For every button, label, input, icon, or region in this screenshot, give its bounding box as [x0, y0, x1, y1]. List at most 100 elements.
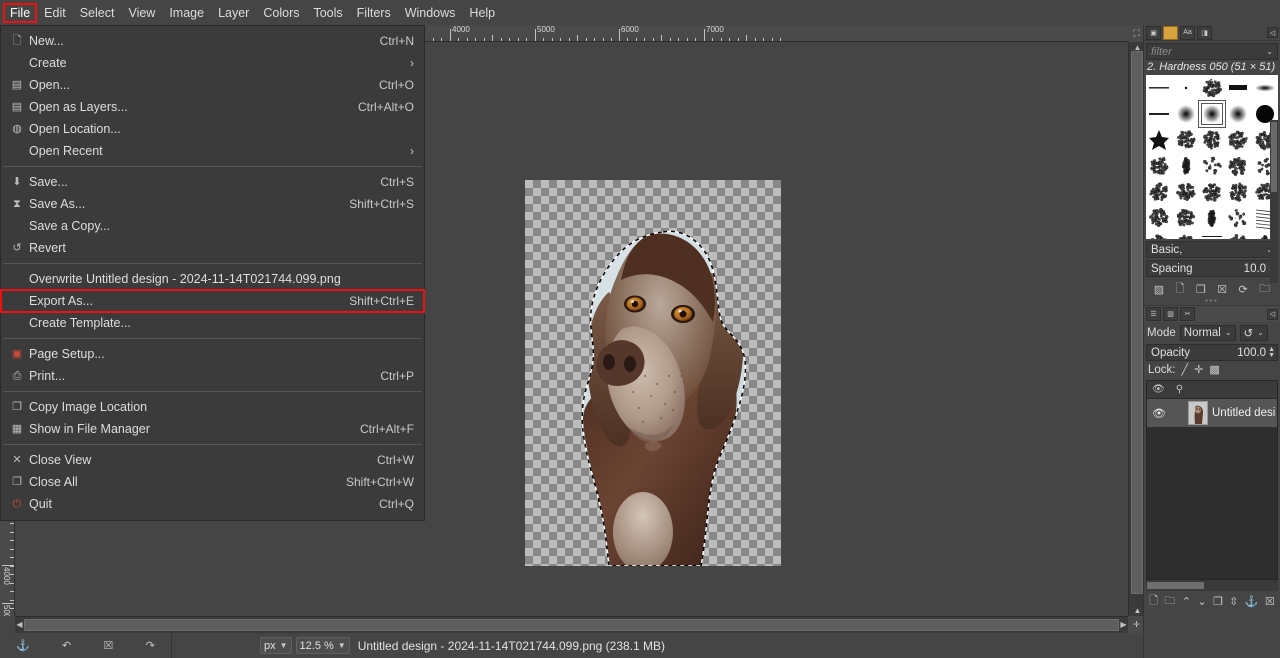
layers-list[interactable]: 👁 ⚲ 👁 Untitled desi — [1146, 380, 1278, 580]
brush-grid[interactable] — [1146, 75, 1278, 239]
menu-filters[interactable]: Filters — [350, 3, 398, 23]
brush-thumbnail[interactable] — [1172, 231, 1198, 239]
image-layer[interactable] — [525, 180, 781, 566]
refresh-brushes-icon[interactable]: ⟳ — [1239, 283, 1248, 296]
brush-thumbnail[interactable] — [1225, 205, 1251, 231]
duplicate-brush-icon[interactable]: ❐ — [1196, 283, 1206, 296]
horizontal-scrollbar[interactable]: ◀ ▶ — [15, 616, 1128, 633]
brush-thumbnail[interactable] — [1146, 101, 1172, 127]
documents-tab[interactable]: ◨ — [1197, 25, 1212, 40]
layer-row[interactable]: 👁 Untitled desi — [1147, 399, 1277, 427]
menu-tools[interactable]: Tools — [306, 3, 349, 23]
zoom-selector[interactable]: 12.5 % ▼ — [295, 637, 350, 654]
mode-extra-controls[interactable]: ↺ ⌄ — [1239, 324, 1268, 341]
cancel-icon[interactable]: ☒ — [104, 639, 114, 652]
layers-list-scrollbar[interactable] — [1146, 580, 1278, 591]
merge-down-icon[interactable]: ⇳ — [1229, 595, 1238, 608]
brush-thumbnail[interactable] — [1199, 127, 1225, 153]
delete-layer-icon[interactable]: ☒ — [1265, 595, 1275, 608]
menu-item-open-recent[interactable]: Open Recent › — [1, 140, 424, 162]
spinner-icon[interactable]: ▲▼ — [1268, 346, 1275, 359]
menu-help[interactable]: Help — [462, 3, 502, 23]
menu-item-save-a-copy[interactable]: Save a Copy... — [1, 215, 424, 237]
lower-layer-icon[interactable]: ⌄ — [1197, 595, 1206, 608]
brush-thumbnail[interactable] — [1225, 127, 1251, 153]
dock-menu-icon[interactable]: ◁ — [1267, 27, 1278, 38]
brush-thumbnail[interactable] — [1146, 179, 1172, 205]
channels-tab[interactable]: ▥ — [1163, 307, 1178, 321]
dock-menu-icon[interactable]: ◁ — [1267, 308, 1278, 320]
menu-item-close-view[interactable]: ✕ Close View Ctrl+W — [1, 449, 424, 471]
brush-thumbnail[interactable] — [1146, 205, 1172, 231]
unit-selector[interactable]: px ▼ — [260, 637, 292, 654]
chevron-down-icon[interactable]: ⌄ — [1257, 328, 1264, 337]
menu-item-print[interactable]: ⎙ Print... Ctrl+P — [1, 365, 424, 387]
new-brush-icon[interactable]: 🗋 — [1176, 280, 1185, 299]
menu-item-overwrite-untitled-design-2024-11-[interactable]: Overwrite Untitled design - 2024-11-14T0… — [1, 268, 424, 290]
anchor-icon[interactable]: ⚓ — [16, 639, 30, 652]
brush-preset-select[interactable]: Basic, ⌄ — [1146, 241, 1278, 258]
paths-tab[interactable]: ✂ — [1180, 307, 1195, 321]
menu-select[interactable]: Select — [73, 3, 122, 23]
brush-thumbnail[interactable] — [1146, 75, 1172, 101]
brush-thumbnail[interactable] — [1225, 75, 1251, 101]
brush-thumbnail[interactable] — [1172, 101, 1198, 127]
file-menu-dropdown[interactable]: 🗋 New... Ctrl+N Create › ▤ Open... Ctrl+O ▤ Open … — [0, 25, 425, 521]
brush-thumbnail[interactable] — [1146, 127, 1172, 153]
mode-select[interactable]: Normal ⌄ — [1179, 324, 1236, 341]
edit-brush-icon[interactable]: ▨ — [1154, 283, 1164, 296]
menu-layer[interactable]: Layer — [211, 3, 256, 23]
lock-position-icon[interactable]: ✛ — [1194, 363, 1203, 376]
menu-windows[interactable]: Windows — [398, 3, 463, 23]
layers-tab[interactable]: ☰ — [1146, 307, 1161, 321]
menu-file[interactable]: File — [3, 2, 38, 23]
chevron-down-icon[interactable]: ⌄ — [1266, 47, 1273, 56]
opacity-slider[interactable]: Opacity 100.0 ▲ ▼ — [1146, 344, 1278, 361]
menu-item-save-as[interactable]: ⧗ Save As... Shift+Ctrl+S — [1, 193, 424, 215]
brush-thumbnail[interactable] — [1199, 231, 1225, 239]
brush-filter-input[interactable]: filter ⌄ — [1146, 43, 1278, 60]
brush-thumbnail[interactable] — [1199, 205, 1225, 231]
menu-item-show-in-file-manager[interactable]: ▦ Show in File Manager Ctrl+Alt+F — [1, 418, 424, 440]
brush-thumbnail[interactable] — [1172, 179, 1198, 205]
delete-brush-icon[interactable]: ☒ — [1217, 283, 1227, 296]
menu-item-revert[interactable]: ↺ Revert — [1, 237, 424, 259]
menu-item-quit[interactable]: ⏻ Quit Ctrl+Q — [1, 493, 424, 515]
brush-thumbnail[interactable] — [1252, 75, 1278, 101]
patterns-tab[interactable] — [1163, 25, 1178, 40]
menu-item-open[interactable]: ▤ Open... Ctrl+O — [1, 74, 424, 96]
brush-thumbnail[interactable] — [1225, 179, 1251, 205]
menu-view[interactable]: View — [121, 3, 162, 23]
switch-mode-icon[interactable]: ↺ — [1244, 326, 1254, 340]
brush-thumbnail[interactable] — [1199, 153, 1225, 179]
brush-thumbnail[interactable] — [1225, 153, 1251, 179]
menu-item-close-all[interactable]: ❐ Close All Shift+Ctrl+W — [1, 471, 424, 493]
menu-item-save[interactable]: ⬇ Save... Ctrl+S — [1, 171, 424, 193]
menu-item-create-template[interactable]: Create Template... — [1, 312, 424, 334]
lock-alpha-icon[interactable]: ▩ — [1209, 363, 1219, 376]
vscroll-thumb[interactable] — [1131, 51, 1143, 594]
lock-pixels-icon[interactable]: ╱ — [1182, 363, 1189, 376]
brushes-tab[interactable]: ▣ — [1146, 25, 1161, 40]
scroll-right-arrow[interactable]: ▶ — [1119, 620, 1128, 629]
hscroll-thumb[interactable] — [24, 619, 1119, 631]
new-layer-icon[interactable]: 🗋 — [1149, 592, 1158, 611]
brush-thumbnail[interactable] — [1199, 179, 1225, 205]
fonts-tab[interactable]: Aa — [1180, 25, 1195, 40]
spacing-field[interactable]: Spacing 10.0 ▲▼ — [1146, 260, 1278, 277]
brush-thumbnail[interactable] — [1225, 231, 1251, 239]
menu-item-new[interactable]: 🗋 New... Ctrl+N — [1, 30, 424, 52]
brush-thumbnail[interactable] — [1146, 153, 1172, 179]
duplicate-layer-icon[interactable]: ❐ — [1213, 595, 1223, 608]
menu-item-export-as[interactable]: Export As... Shift+Ctrl+E — [0, 289, 425, 313]
layer-visibility-icon[interactable]: 👁 — [1152, 407, 1166, 420]
undo-icon[interactable]: ↶ — [62, 639, 71, 652]
brush-grid-scrollbar[interactable] — [1270, 120, 1278, 283]
anchor-layer-icon[interactable]: ⚓ — [1245, 595, 1259, 608]
brush-thumbnail[interactable] — [1172, 127, 1198, 153]
new-group-icon[interactable]: 🗀 — [1164, 592, 1175, 611]
menu-colors[interactable]: Colors — [256, 3, 306, 23]
brush-thumbnail[interactable] — [1172, 153, 1198, 179]
menu-item-page-setup[interactable]: ▣ Page Setup... — [1, 343, 424, 365]
menu-item-create[interactable]: Create › — [1, 52, 424, 74]
